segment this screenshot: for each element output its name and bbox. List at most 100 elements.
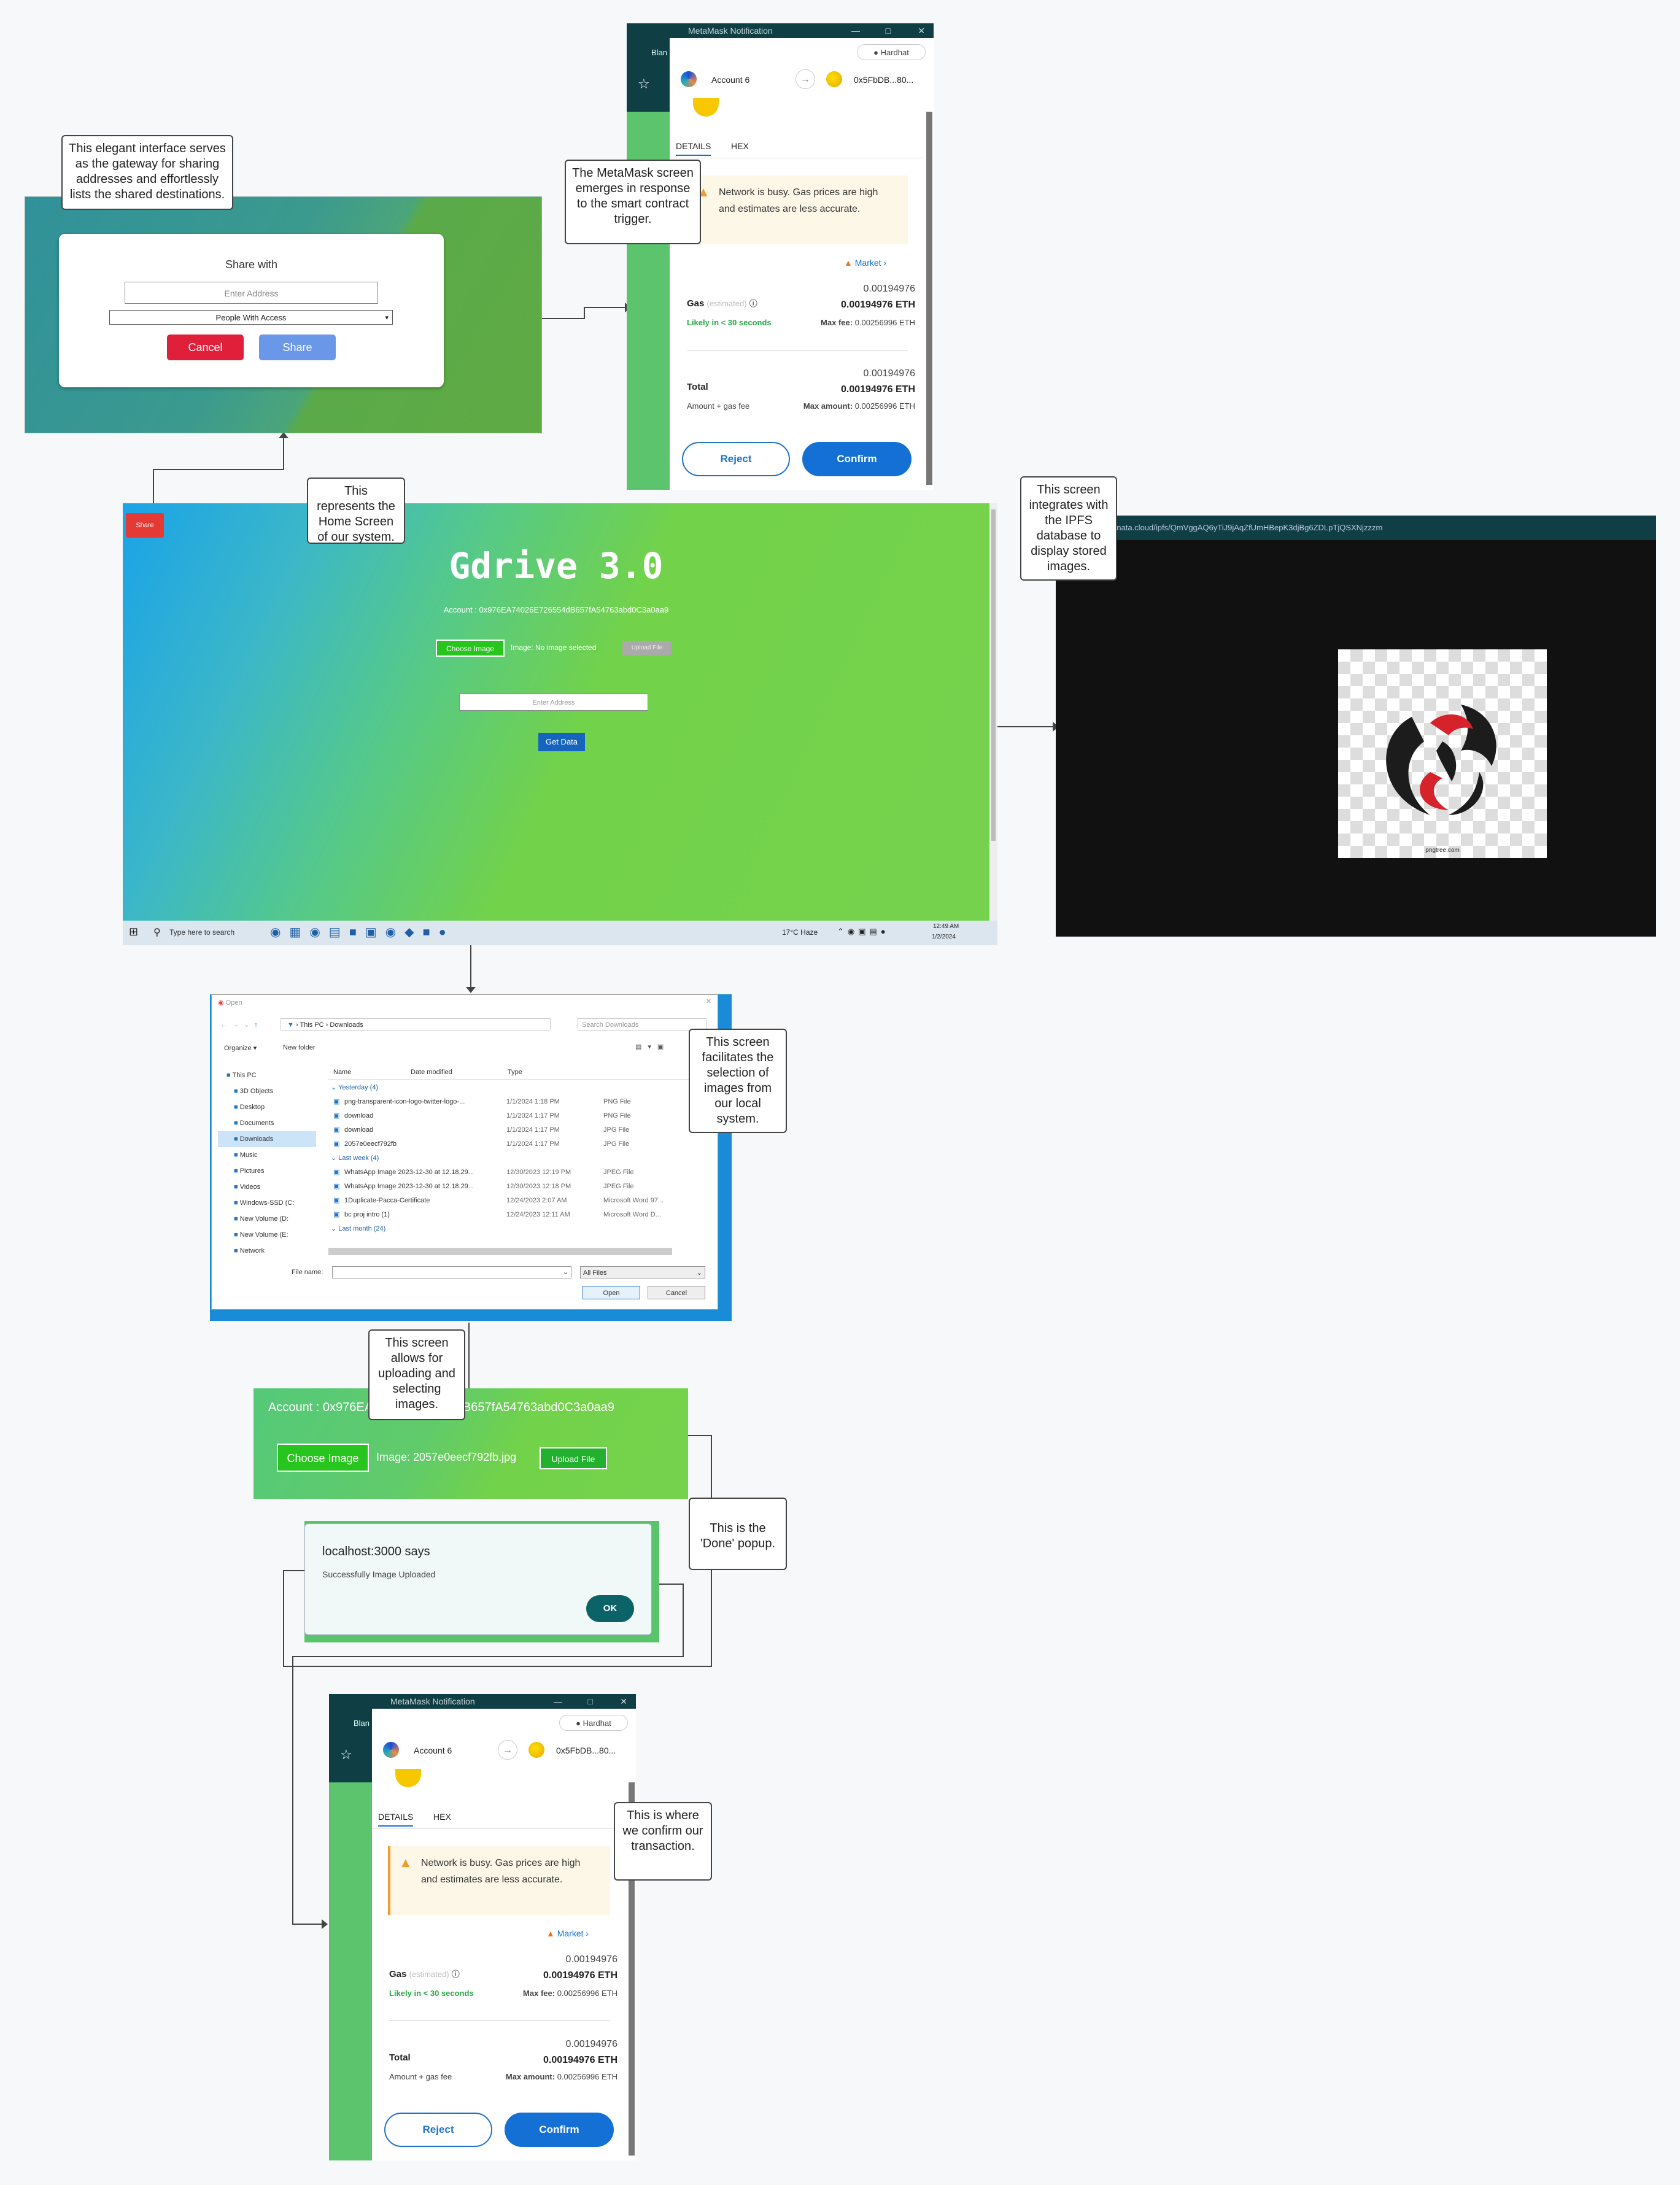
- file-row[interactable]: ▣ WhatsApp Image 2023-12-30 at 12.18.29..…: [328, 1166, 697, 1180]
- file-row[interactable]: ▣ download 1/1/2024 1:17 PM JPG File: [328, 1123, 697, 1137]
- folder-icon: ■: [234, 1167, 240, 1175]
- reject-button[interactable]: Reject: [384, 2113, 492, 2147]
- file-name: 2057e0eecf792fb: [344, 1140, 397, 1148]
- sidebar-item[interactable]: ■ Desktop: [218, 1099, 316, 1115]
- close-icon[interactable]: ✕: [620, 1694, 627, 1709]
- maximize-icon[interactable]: □: [886, 23, 891, 38]
- file-row[interactable]: ▣ bc proj intro (1) 12/24/2023 12:11 AM Mic…: [328, 1208, 697, 1222]
- total-value: 0.00194976: [863, 368, 915, 379]
- tab-details[interactable]: DETAILS: [676, 141, 711, 156]
- share-button-home[interactable]: Share: [126, 513, 164, 538]
- file-icon: ▣: [333, 1169, 340, 1176]
- cancel-dialog-button[interactable]: Cancel: [648, 1286, 705, 1299]
- upload-file-button[interactable]: Upload File: [622, 641, 672, 656]
- tab-hex[interactable]: HEX: [731, 141, 749, 151]
- file-name: download: [344, 1112, 374, 1120]
- file-row[interactable]: ▣ download 1/1/2024 1:17 PM PNG File: [328, 1109, 697, 1123]
- maximize-icon[interactable]: □: [588, 1694, 593, 1709]
- confirm-button[interactable]: Confirm: [505, 2113, 614, 2147]
- sidebar-item[interactable]: ■ Music: [218, 1147, 316, 1163]
- upload-choose-image[interactable]: Choose Image: [277, 1444, 369, 1472]
- new-folder-button[interactable]: New folder: [283, 1044, 315, 1051]
- cancel-button[interactable]: Cancel: [167, 335, 244, 360]
- sidebar-item[interactable]: ■ 3D Objects: [218, 1083, 316, 1099]
- share-note: This elegant interface serves as the gat…: [61, 135, 233, 210]
- star-icon[interactable]: ☆: [340, 1747, 352, 1763]
- file-type-filter[interactable]: All Files ⌄: [580, 1266, 705, 1278]
- choose-image-button[interactable]: Choose Image: [436, 640, 505, 657]
- arrow-right-icon: →: [498, 1740, 517, 1760]
- folder-icon: ■: [234, 1104, 240, 1111]
- group-lastmonth[interactable]: ⌄ Last month (24): [328, 1222, 697, 1236]
- file-row[interactable]: ▣ WhatsApp Image 2023-12-30 at 12.18.29..…: [328, 1180, 697, 1194]
- sidebar-item[interactable]: ■ New Volume (E:: [218, 1227, 316, 1243]
- market-link[interactable]: ▲ Market ›: [844, 258, 886, 268]
- browser-sidebar: Blan ☆: [329, 1709, 372, 1782]
- confirm-button[interactable]: Confirm: [802, 442, 912, 476]
- gas-label: Gas (estimated) ⓘ: [389, 1968, 460, 1979]
- network-pill[interactable]: ● Hardhat: [559, 1715, 628, 1731]
- tab-details[interactable]: DETAILS: [378, 1812, 414, 1827]
- sidebar-item[interactable]: ■ Videos: [218, 1179, 316, 1195]
- group-yesterday[interactable]: ⌄ Yesterday (4): [328, 1081, 697, 1095]
- file-row[interactable]: ▣ 1Duplicate-Pacca-Certificate 12/24/2023 …: [328, 1194, 697, 1208]
- done-note: This is the 'Done' popup.: [689, 1498, 787, 1570]
- upload-file-button[interactable]: Upload File: [540, 1447, 607, 1469]
- h-scrollbar[interactable]: [328, 1248, 672, 1255]
- file-type: JPEG File: [603, 1169, 634, 1176]
- file-row[interactable]: ▣ 2057e0eecf792fb 1/1/2024 1:17 PM JPG File: [328, 1137, 697, 1151]
- close-icon[interactable]: ✕: [918, 23, 925, 38]
- sidebar-item[interactable]: ■ Network: [218, 1243, 316, 1259]
- tab-hex[interactable]: HEX: [433, 1812, 451, 1822]
- sidebar-item[interactable]: ■ This PC: [218, 1067, 316, 1083]
- weather: 17°C Haze: [782, 928, 818, 937]
- sidebar-item[interactable]: ■ Documents: [218, 1115, 316, 1131]
- star-icon[interactable]: ☆: [638, 76, 650, 92]
- minimize-icon[interactable]: —: [851, 23, 860, 38]
- share-address-input[interactable]: Enter Address: [125, 282, 378, 304]
- search-downloads[interactable]: Search Downloads: [578, 1018, 706, 1031]
- sidebar-item[interactable]: ■ Downloads: [218, 1131, 316, 1147]
- share-title: Share with: [225, 258, 278, 271]
- dialog-title-text: Open: [225, 999, 242, 1007]
- file-row[interactable]: ▣ png-transparent-icon-logo-twitter-logo-…: [328, 1095, 697, 1109]
- organize-button[interactable]: Organize ▾: [224, 1044, 257, 1052]
- sidebar-item-label: Pictures: [239, 1167, 265, 1175]
- home-scrollbar[interactable]: [989, 503, 997, 921]
- sidebar-item-label: 3D Objects: [239, 1088, 274, 1095]
- open-button[interactable]: Open: [583, 1286, 640, 1299]
- col-date[interactable]: Date modified: [411, 1069, 452, 1076]
- account-line: Account : 0x976EA74026E726554dB657fA5476…: [443, 605, 669, 614]
- col-type[interactable]: Type: [508, 1069, 522, 1076]
- get-data-button[interactable]: Get Data: [538, 733, 585, 751]
- windows-icon[interactable]: ⊞: [129, 926, 138, 938]
- nav-arrows[interactable]: ←→⌄↑: [220, 1021, 263, 1029]
- taskbar-search[interactable]: Type here to search: [169, 928, 234, 937]
- file-name-input[interactable]: ⌄: [332, 1266, 571, 1278]
- access-select[interactable]: People With Access ▾: [109, 310, 393, 325]
- network-name: Hardhat: [880, 48, 909, 57]
- view-icons[interactable]: ▤▾▣: [635, 1043, 670, 1051]
- folder-icon: ▼: [287, 1021, 294, 1029]
- ok-button[interactable]: OK: [586, 1595, 634, 1622]
- group-lastweek[interactable]: ⌄ Last week (4): [328, 1151, 697, 1166]
- reject-button[interactable]: Reject: [682, 442, 790, 476]
- network-pill[interactable]: ● Hardhat: [857, 44, 926, 60]
- chevron-down-icon: ⌄: [696, 1269, 702, 1277]
- close-icon[interactable]: ✕: [706, 997, 711, 1005]
- address-input[interactable]: Enter Address: [459, 694, 648, 711]
- scrollbar[interactable]: [926, 112, 932, 485]
- share-button[interactable]: Share: [259, 335, 336, 360]
- market-link[interactable]: ▲ Market ›: [546, 1928, 589, 1938]
- url-bar[interactable]: y.pinata.cloud/ipfs/QmVggAQ6yTiJ9jAqZfUm…: [1056, 516, 1656, 540]
- address-path[interactable]: ▼ › This PC › Downloads: [281, 1018, 551, 1031]
- home-note: This represents the Home Screen of our s…: [307, 478, 405, 544]
- col-name[interactable]: Name: [333, 1069, 351, 1076]
- minimize-icon[interactable]: —: [554, 1694, 562, 1709]
- sidebar-item[interactable]: ■ Windows-SSD (C:: [218, 1195, 316, 1211]
- search-icon: ⚲: [153, 927, 161, 938]
- popup-title: localhost:3000 says: [322, 1545, 430, 1558]
- sidebar-item[interactable]: ■ New Volume (D:: [218, 1211, 316, 1227]
- folder-icon: ■: [226, 1072, 233, 1079]
- sidebar-item[interactable]: ■ Pictures: [218, 1163, 316, 1179]
